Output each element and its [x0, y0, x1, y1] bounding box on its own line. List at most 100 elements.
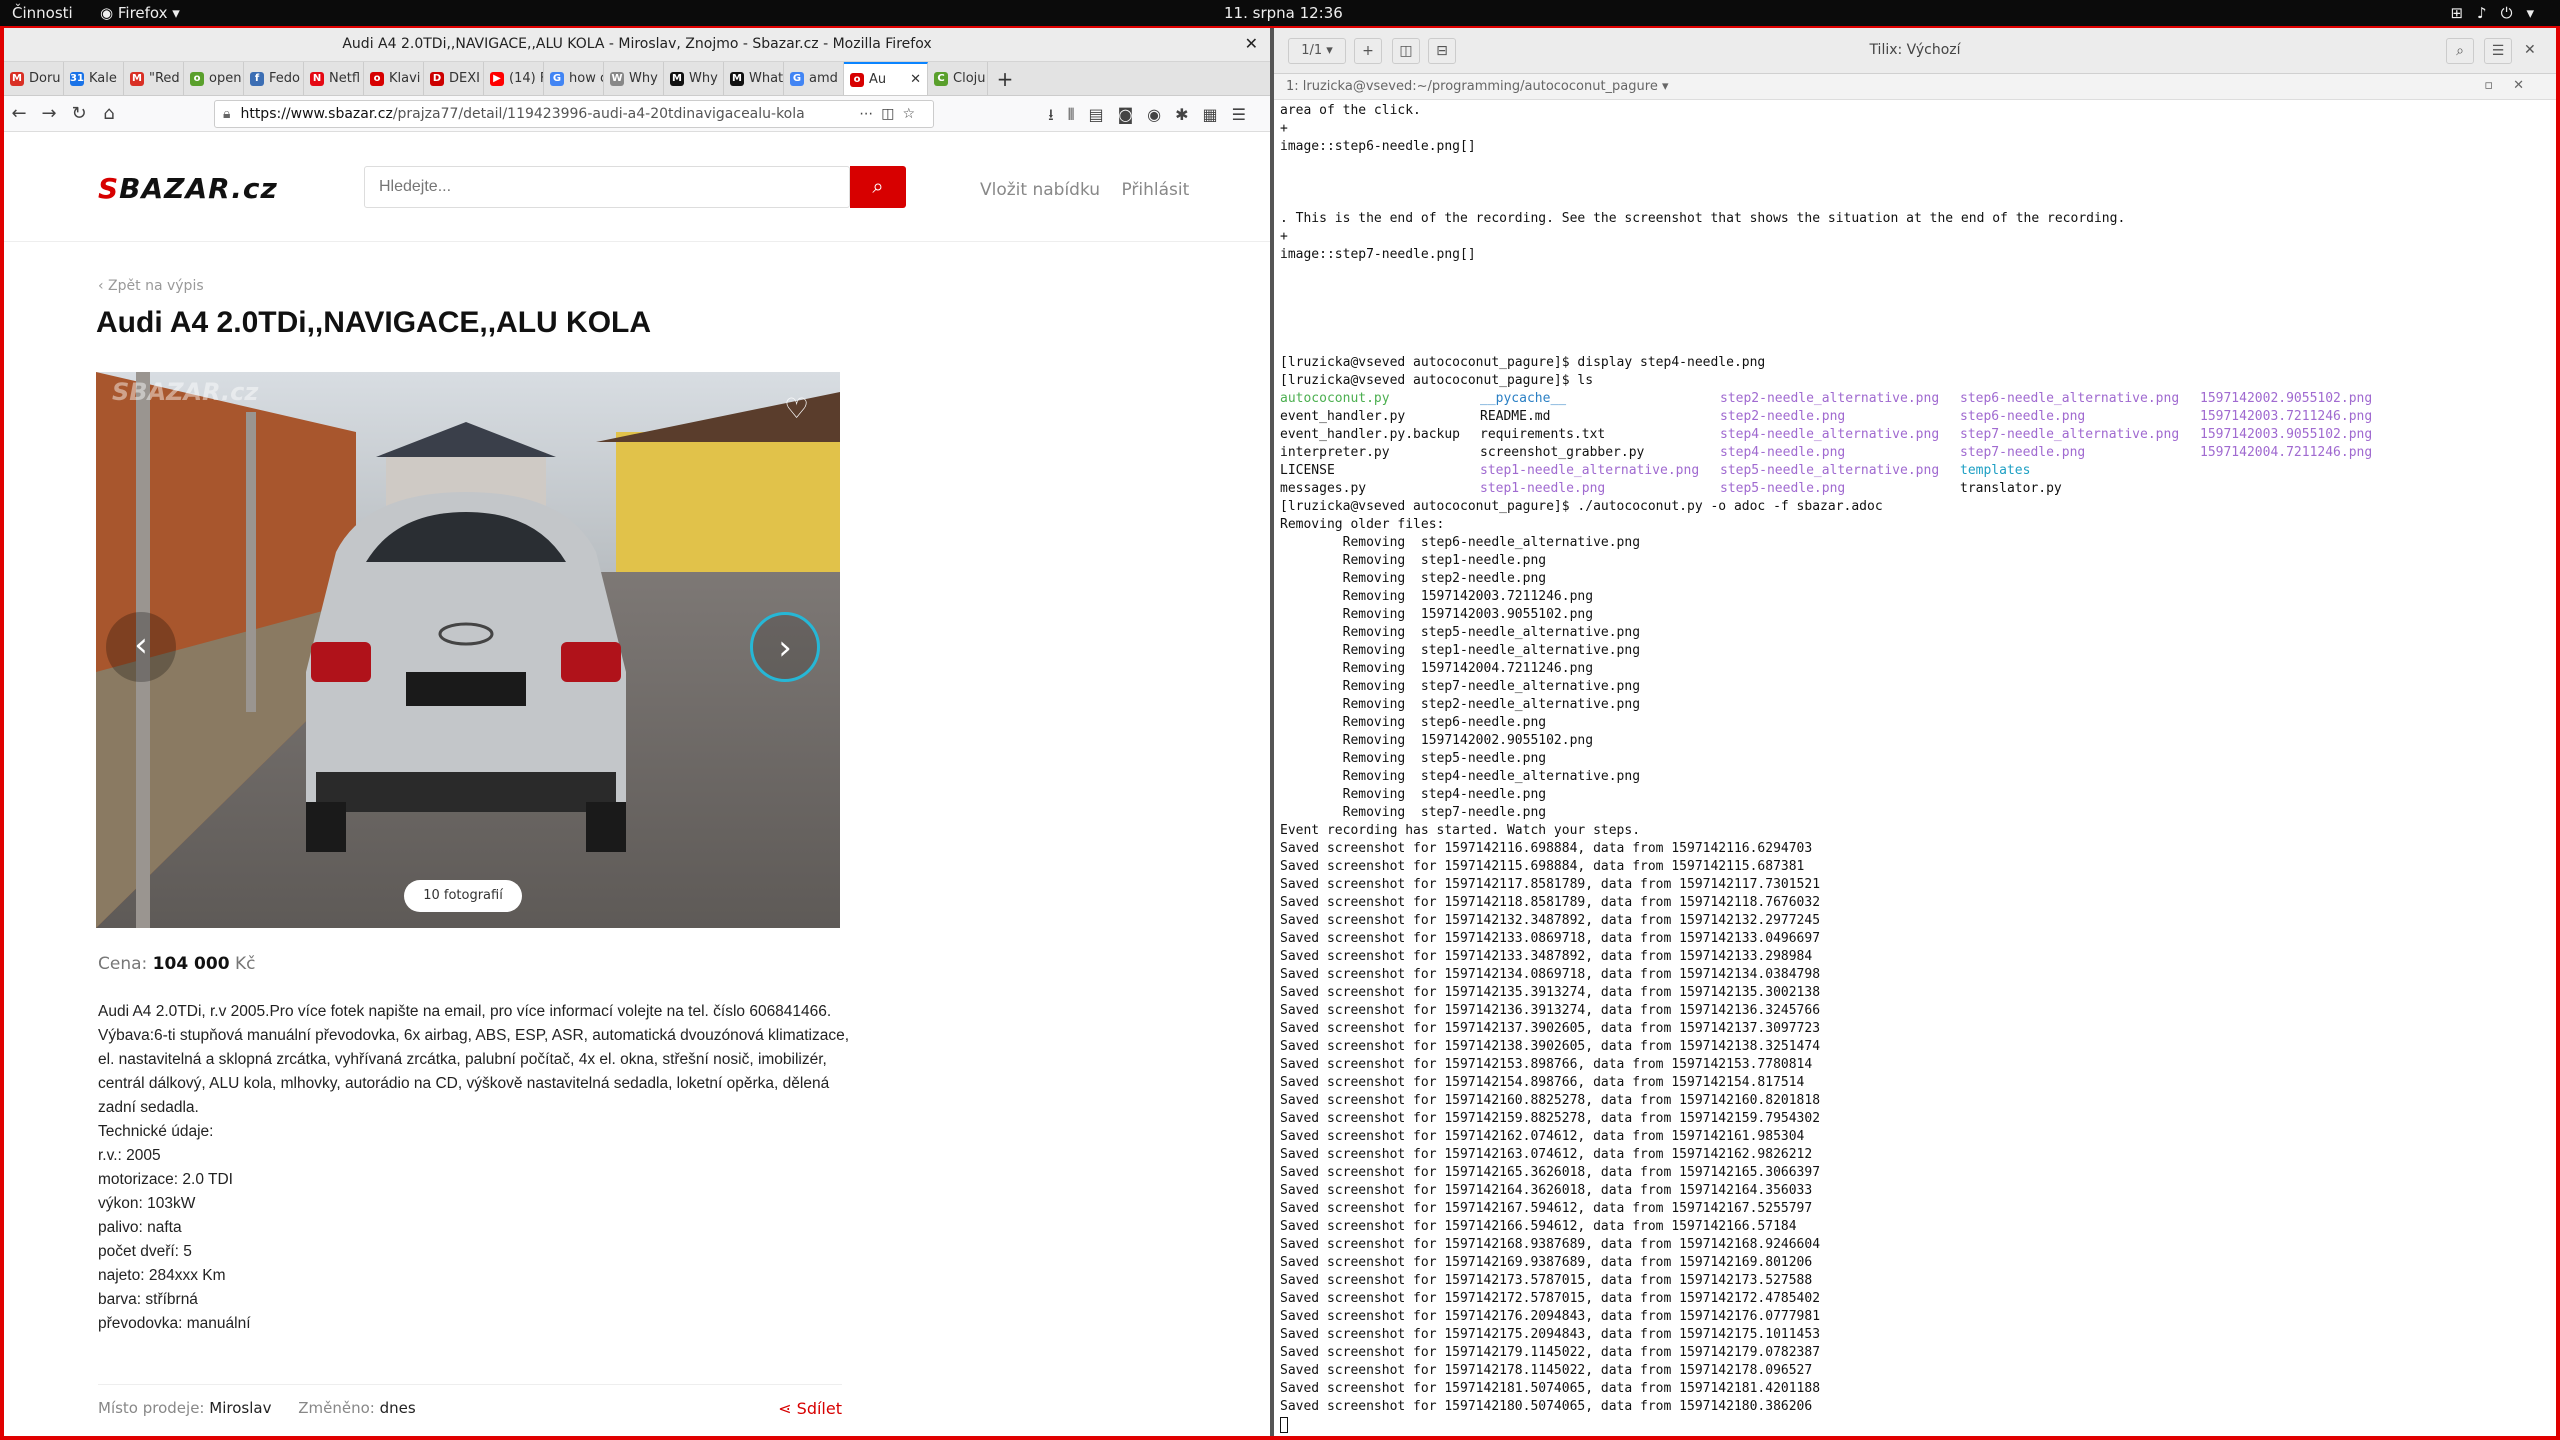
system-tray[interactable]: ⊞♪⏻▾: [2450, 4, 2548, 22]
browser-tab[interactable]: ▶ (14) F: [484, 62, 544, 95]
terminal-line: Saved screenshot for 1597142173.5787015,…: [1280, 1273, 1813, 1288]
browser-tab[interactable]: N Netfl: [304, 62, 364, 95]
browser-tab[interactable]: W Why: [604, 62, 664, 95]
sbazar-logo[interactable]: SBAZAR.cz: [98, 172, 278, 205]
tab-favicon-icon: M: [10, 71, 24, 86]
back-to-list-link[interactable]: ‹ Zpět na výpis: [98, 278, 204, 294]
terminal-line: Removing step6-needle_alternative.png: [1280, 535, 1641, 550]
terminal-line: Saved screenshot for 1597142133.0869718,…: [1280, 931, 1821, 946]
page-actions[interactable]: ⋯◫☆: [849, 106, 933, 122]
car-photo: [96, 372, 840, 928]
terminal-line: +: [1280, 229, 1288, 244]
browser-tab[interactable]: o open: [184, 62, 244, 95]
chevron-right-icon: ›: [778, 628, 792, 668]
reload-button[interactable]: ↻: [64, 103, 94, 124]
browser-tab[interactable]: M What: [724, 62, 784, 95]
share-label: Sdílet: [796, 1399, 842, 1418]
tab-favicon-icon: W: [610, 71, 624, 86]
ls-entry: messages.py: [1280, 481, 1367, 496]
ls-output-row: LICENSE step1-needle_alternative.png step5…: [1280, 462, 2550, 480]
terminal-line: ​: [1280, 282, 2550, 300]
terminal-line: Removing step7-needle_alternative.png: [1280, 679, 1641, 694]
volume-icon: ♪: [2477, 4, 2501, 22]
browser-tab[interactable]: Ghow c: [544, 62, 604, 95]
next-photo-button[interactable]: ›: [750, 612, 820, 682]
terminal-output[interactable]: area of the click. + image::step6-needle.p…: [1274, 100, 2556, 1436]
gallery-watermark: SBAZAR.cz: [112, 378, 259, 406]
browser-tab[interactable]: f Fedo: [244, 62, 304, 95]
photo-count-button[interactable]: 10 fotografií: [404, 880, 522, 912]
photo-gallery[interactable]: SBAZAR.cz ♡ ‹ › 10 fotografií: [96, 372, 840, 928]
chevron-left-icon: ‹: [134, 625, 148, 665]
activities-button[interactable]: Činnosti: [12, 4, 73, 22]
back-button[interactable]: ←: [4, 103, 34, 124]
ls-entry: step5-needle_alternative.png: [1720, 463, 1940, 478]
terminal-line: Saved screenshot for 1597142169.9387689,…: [1280, 1255, 1813, 1270]
previous-photo-button[interactable]: ‹: [106, 612, 176, 682]
terminal-cursor: [1280, 1416, 1288, 1433]
add-offer-link[interactable]: Vložit nabídku: [980, 180, 1100, 200]
search-button[interactable]: ⌕: [850, 166, 906, 208]
ls-entry: step7-needle_alternative.png: [1960, 427, 2180, 442]
menu-button[interactable]: ☰: [2484, 38, 2512, 64]
tab-label: Klavi: [389, 71, 421, 86]
browser-tab[interactable]: o Klavi: [364, 62, 424, 95]
search-input[interactable]: [364, 166, 850, 208]
login-link[interactable]: Přihlásit: [1121, 180, 1189, 200]
url-text[interactable]: https://www.sbazar.cz/prajza77/detail/11…: [240, 106, 849, 122]
more-icon: ⋯: [859, 106, 882, 122]
account-icon: ◉: [1147, 105, 1176, 124]
terminal-line: Removing step7-needle.png: [1280, 805, 1547, 820]
forward-button[interactable]: →: [34, 103, 64, 124]
tab-label: Au: [869, 72, 887, 87]
web-page: SBAZAR.cz ⌕ Vložit nabídku Přihlásit ‹ Z…: [4, 134, 1270, 1436]
favorite-heart-icon[interactable]: ♡: [784, 392, 809, 425]
ls-entry: event_handler.py.backup: [1280, 427, 1461, 442]
ls-entry: 1597142003.9055102.png: [2200, 427, 2373, 442]
browser-tab[interactable]: M "Red: [124, 62, 184, 95]
terminal-line: Saved screenshot for 1597142181.5074065,…: [1280, 1381, 1821, 1396]
terminal-title[interactable]: 1: lruzicka@vseved:~/programming/autococ…: [1286, 79, 1668, 94]
url-bar[interactable]: 🔒︎ https://www.sbazar.cz/prajza77/detail…: [214, 100, 934, 128]
grid-icon: ▦: [1202, 105, 1232, 124]
clock[interactable]: 11. srpna 12:36: [1224, 4, 1343, 22]
tab-favicon-icon: o: [850, 72, 864, 87]
browser-tab[interactable]: D DEXI: [424, 62, 484, 95]
close-window-button[interactable]: ✕: [1245, 34, 1258, 53]
close-tilix-button[interactable]: ✕: [2524, 42, 2536, 58]
share-icon: ⋖: [778, 1399, 797, 1418]
share-button[interactable]: ⋖ Sdílet: [778, 1399, 842, 1418]
ls-entry: screenshot_grabber.py: [1480, 445, 1645, 460]
tab-favicon-icon: o: [190, 71, 204, 86]
price-value: 104 000: [152, 954, 230, 974]
terminal-controls[interactable]: ▫✕: [2484, 78, 2544, 93]
tab-favicon-icon: f: [250, 71, 264, 86]
browser-tab[interactable]: o Au ✕: [844, 62, 928, 95]
page-title: Audi A4 2.0TDi,,NAVIGACE,,ALU KOLA: [96, 306, 652, 339]
browser-tab[interactable]: M Why: [664, 62, 724, 95]
home-button[interactable]: ⌂: [94, 103, 124, 124]
url-host: https://www.sbazar.cz: [240, 106, 393, 122]
terminal-line: Saved screenshot for 1597142179.1145022,…: [1280, 1345, 1821, 1360]
browser-tab[interactable]: Gamd: [784, 62, 844, 95]
app-menu[interactable]: ◉ Firefox ▾: [100, 4, 180, 22]
changed-label: Změněno:: [298, 1399, 375, 1417]
terminal-line: ​: [1280, 318, 2550, 336]
tab-favicon-icon: N: [310, 71, 324, 86]
browser-tab[interactable]: M Doru: [4, 62, 64, 95]
find-button[interactable]: ⌕: [2446, 38, 2474, 64]
terminal-line: ​: [1280, 336, 2550, 354]
toolbar-icons[interactable]: ⭳⫴▤◙◉✱▦☰: [1048, 104, 1260, 131]
tab-label: Netfl: [329, 71, 361, 86]
terminal-line: Removing step1-needle.png: [1280, 553, 1547, 568]
arrow-right-icon: →: [41, 103, 57, 124]
browser-tab[interactable]: C Cloju: [928, 62, 988, 95]
close-tab-icon[interactable]: ✕: [910, 72, 921, 87]
browser-tab[interactable]: 31 Kale: [64, 62, 124, 95]
new-tab-button[interactable]: +: [988, 62, 1022, 95]
tab-label: DEXI: [449, 71, 480, 86]
place-value[interactable]: Miroslav: [209, 1399, 271, 1417]
terminal-line: Event recording has started. Watch your …: [1280, 823, 1641, 838]
prompt-line[interactable]: [1280, 1416, 2550, 1434]
reload-icon: ↻: [71, 103, 87, 124]
